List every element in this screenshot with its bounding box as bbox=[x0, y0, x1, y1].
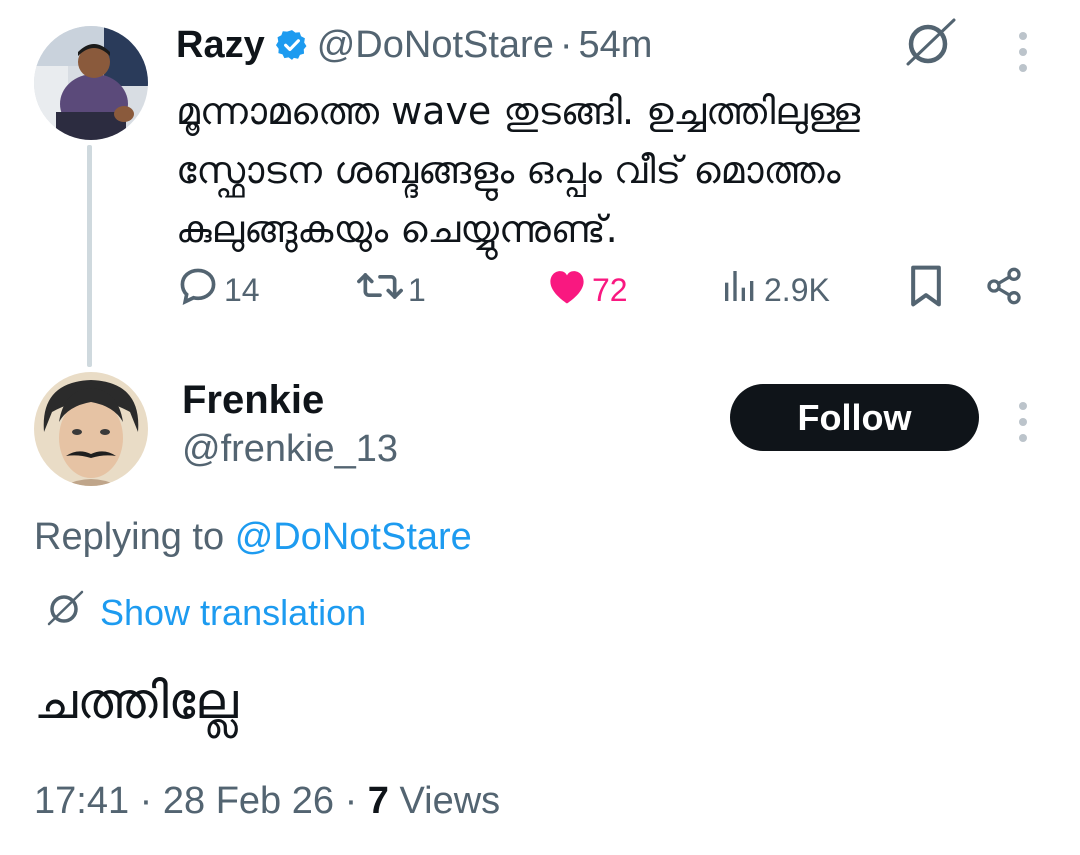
tweet-meta: 17:41 · 28 Feb 26 · 7 Views bbox=[34, 780, 500, 823]
views-count: 7 bbox=[367, 780, 389, 822]
tweet-text: മൂന്നാമത്തെ wave തുടങ്ങി. ഉച്ചത്തിലുള്ള … bbox=[176, 82, 1056, 259]
tweet-text: ചത്തില്ലേ bbox=[34, 672, 238, 730]
reply-icon bbox=[176, 264, 220, 316]
retweet-count: 1 bbox=[408, 271, 426, 308]
separator-dot: · bbox=[344, 780, 358, 822]
replying-to-label: Replying to bbox=[34, 516, 225, 558]
thread-connector-line bbox=[87, 145, 92, 367]
share-icon bbox=[984, 266, 1024, 314]
replying-to-handle-link[interactable]: @DoNotStare bbox=[235, 516, 472, 558]
author-handle[interactable]: @DoNotStare bbox=[317, 24, 554, 67]
bookmark-button[interactable] bbox=[906, 262, 946, 318]
show-translation-label: Show translation bbox=[100, 591, 367, 633]
verified-badge-icon bbox=[275, 28, 309, 62]
views-count: 2.9K bbox=[764, 271, 830, 308]
author-name[interactable]: Frenkie bbox=[182, 378, 324, 423]
more-vertical-icon[interactable] bbox=[1019, 32, 1027, 72]
reply-count: 14 bbox=[224, 271, 260, 308]
no-translate-icon bbox=[44, 588, 86, 637]
tweet-text-line: സ്ഫോടന ശബ്ദങ്ങളും ഒപ്പം വീട് മൊത്തം bbox=[176, 148, 841, 192]
tweet-actions-bar: 14 1 72 2.9K bbox=[0, 262, 1080, 318]
no-translate-icon[interactable] bbox=[900, 16, 960, 75]
like-button[interactable]: 72 bbox=[546, 262, 628, 318]
like-count: 72 bbox=[592, 271, 628, 308]
show-translation-button[interactable]: Show translation bbox=[44, 588, 366, 637]
tweet-text-line: കുലുങ്ങുകയും ചെയ്യുന്നുണ്ട്. bbox=[176, 207, 618, 251]
tweet-date[interactable]: 28 Feb 26 bbox=[163, 780, 334, 822]
tweet-header: Razy @DoNotStare · 54m bbox=[176, 18, 652, 72]
avatar[interactable] bbox=[34, 26, 148, 140]
bookmark-icon bbox=[906, 264, 946, 316]
views-label: Views bbox=[399, 780, 501, 822]
separator-dot: · bbox=[559, 23, 573, 66]
reply-button[interactable]: 14 bbox=[176, 262, 260, 318]
replying-to: Replying to @DoNotStare bbox=[34, 516, 472, 559]
follow-button[interactable]: Follow bbox=[730, 384, 979, 451]
author-name[interactable]: Razy bbox=[176, 24, 265, 67]
views-button[interactable]: 2.9K bbox=[720, 262, 830, 318]
separator-dot: · bbox=[139, 780, 153, 822]
avatar[interactable] bbox=[34, 372, 148, 486]
more-vertical-icon[interactable] bbox=[1019, 402, 1027, 442]
tweet-time[interactable]: 17:41 bbox=[34, 780, 129, 822]
author-handle[interactable]: @frenkie_13 bbox=[182, 428, 398, 471]
tweet-text-line: മൂന്നാമത്തെ wave തുടങ്ങി. ഉച്ചത്തിലുള്ള bbox=[176, 89, 861, 133]
analytics-icon bbox=[720, 266, 760, 314]
tweet-timestamp[interactable]: 54m bbox=[579, 24, 653, 67]
heart-icon bbox=[546, 266, 588, 314]
retweet-button[interactable]: 1 bbox=[356, 262, 426, 318]
share-button[interactable] bbox=[984, 262, 1024, 318]
retweet-icon bbox=[356, 264, 404, 316]
